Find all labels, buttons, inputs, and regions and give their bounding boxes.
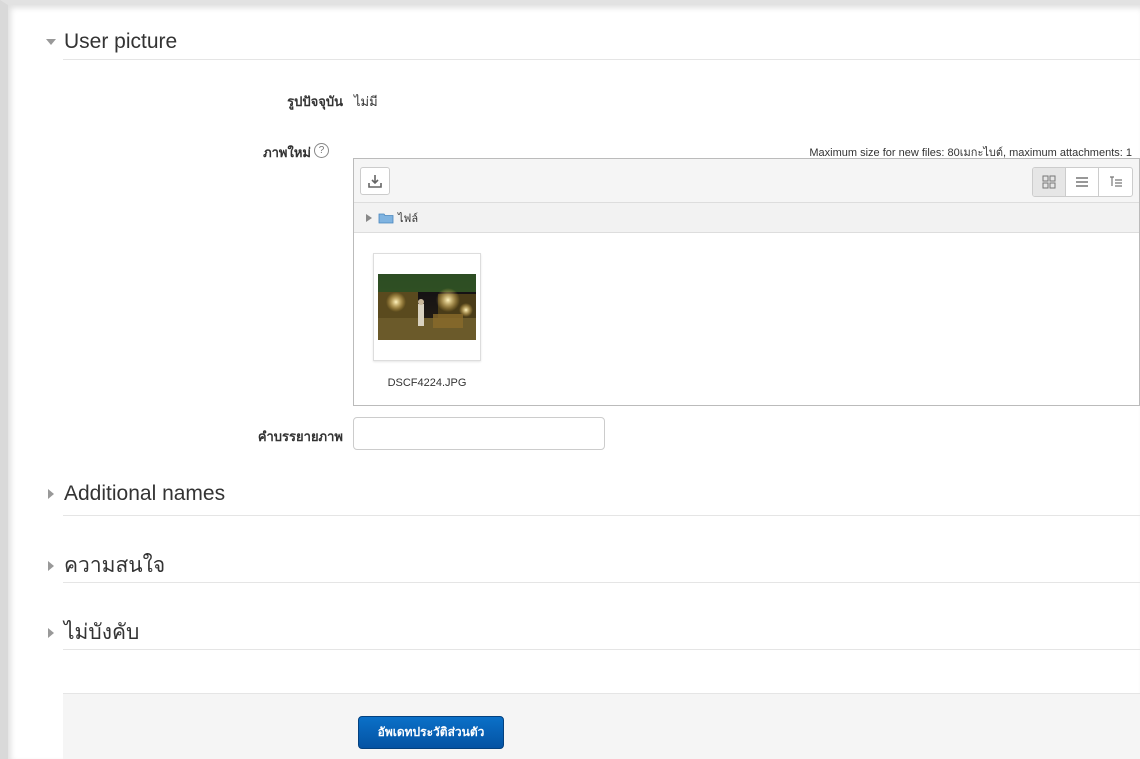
file-name[interactable]: DSCF4224.JPG (373, 377, 481, 389)
caret-down-icon (46, 37, 56, 47)
current-picture-label: รูปปัจจุบัน (287, 95, 343, 110)
grid-view-button[interactable] (1033, 168, 1066, 196)
tree-view-button[interactable] (1099, 168, 1132, 196)
file-manager: ไฟล์ DSCF4224.JPG (353, 158, 1140, 406)
new-picture-label: ภาพใหม่ (263, 146, 311, 161)
section-title: ความสนใจ (64, 554, 166, 577)
section-divider (63, 515, 1140, 516)
file-manager-toolbar (354, 159, 1139, 203)
file-area: DSCF4224.JPG (354, 233, 1139, 405)
question-circle-icon[interactable]: ? (314, 143, 329, 158)
update-profile-button[interactable]: อัพเดทประวัติส่วนตัว (358, 716, 504, 749)
image-description-label: คำบรรยายภาพ (257, 430, 343, 445)
expand-arrow-icon[interactable] (366, 213, 372, 222)
section-optional-toggle[interactable]: ไม่บังคับ (46, 616, 139, 649)
caret-right-icon (46, 560, 56, 571)
list-view-button[interactable] (1066, 168, 1099, 196)
page-frame: User picture รูปปัจจุบัน ไม่มี ภาพใหม่ ?… (0, 0, 1140, 759)
section-divider (63, 649, 1140, 650)
folder-name[interactable]: ไฟล์ (398, 209, 418, 227)
photo-image (378, 274, 476, 340)
section-title: ไม่บังคับ (64, 621, 140, 644)
section-interests-toggle[interactable]: ความสนใจ (46, 549, 165, 582)
section-divider (63, 582, 1140, 583)
section-divider (63, 59, 1140, 60)
view-mode-group (1032, 167, 1133, 197)
section-user-picture-toggle[interactable]: User picture (46, 30, 177, 54)
folder-path: ไฟล์ (354, 203, 1139, 233)
section-title: User picture (64, 30, 178, 53)
section-additional-names-toggle[interactable]: Additional names (46, 482, 225, 506)
section-title: Additional names (64, 482, 226, 505)
grid-view-icon (1042, 175, 1056, 189)
folder-icon (378, 213, 394, 223)
image-description-input[interactable] (353, 417, 605, 450)
current-picture-value: ไม่มี (354, 95, 378, 110)
caret-right-icon (46, 489, 56, 499)
add-file-button[interactable] (360, 167, 390, 195)
caret-right-icon (46, 627, 56, 638)
form-footer (63, 693, 1140, 759)
tree-view-icon (1109, 176, 1122, 187)
file-thumbnail[interactable] (373, 253, 481, 361)
list-view-icon (1076, 177, 1088, 187)
download-icon (368, 175, 382, 188)
